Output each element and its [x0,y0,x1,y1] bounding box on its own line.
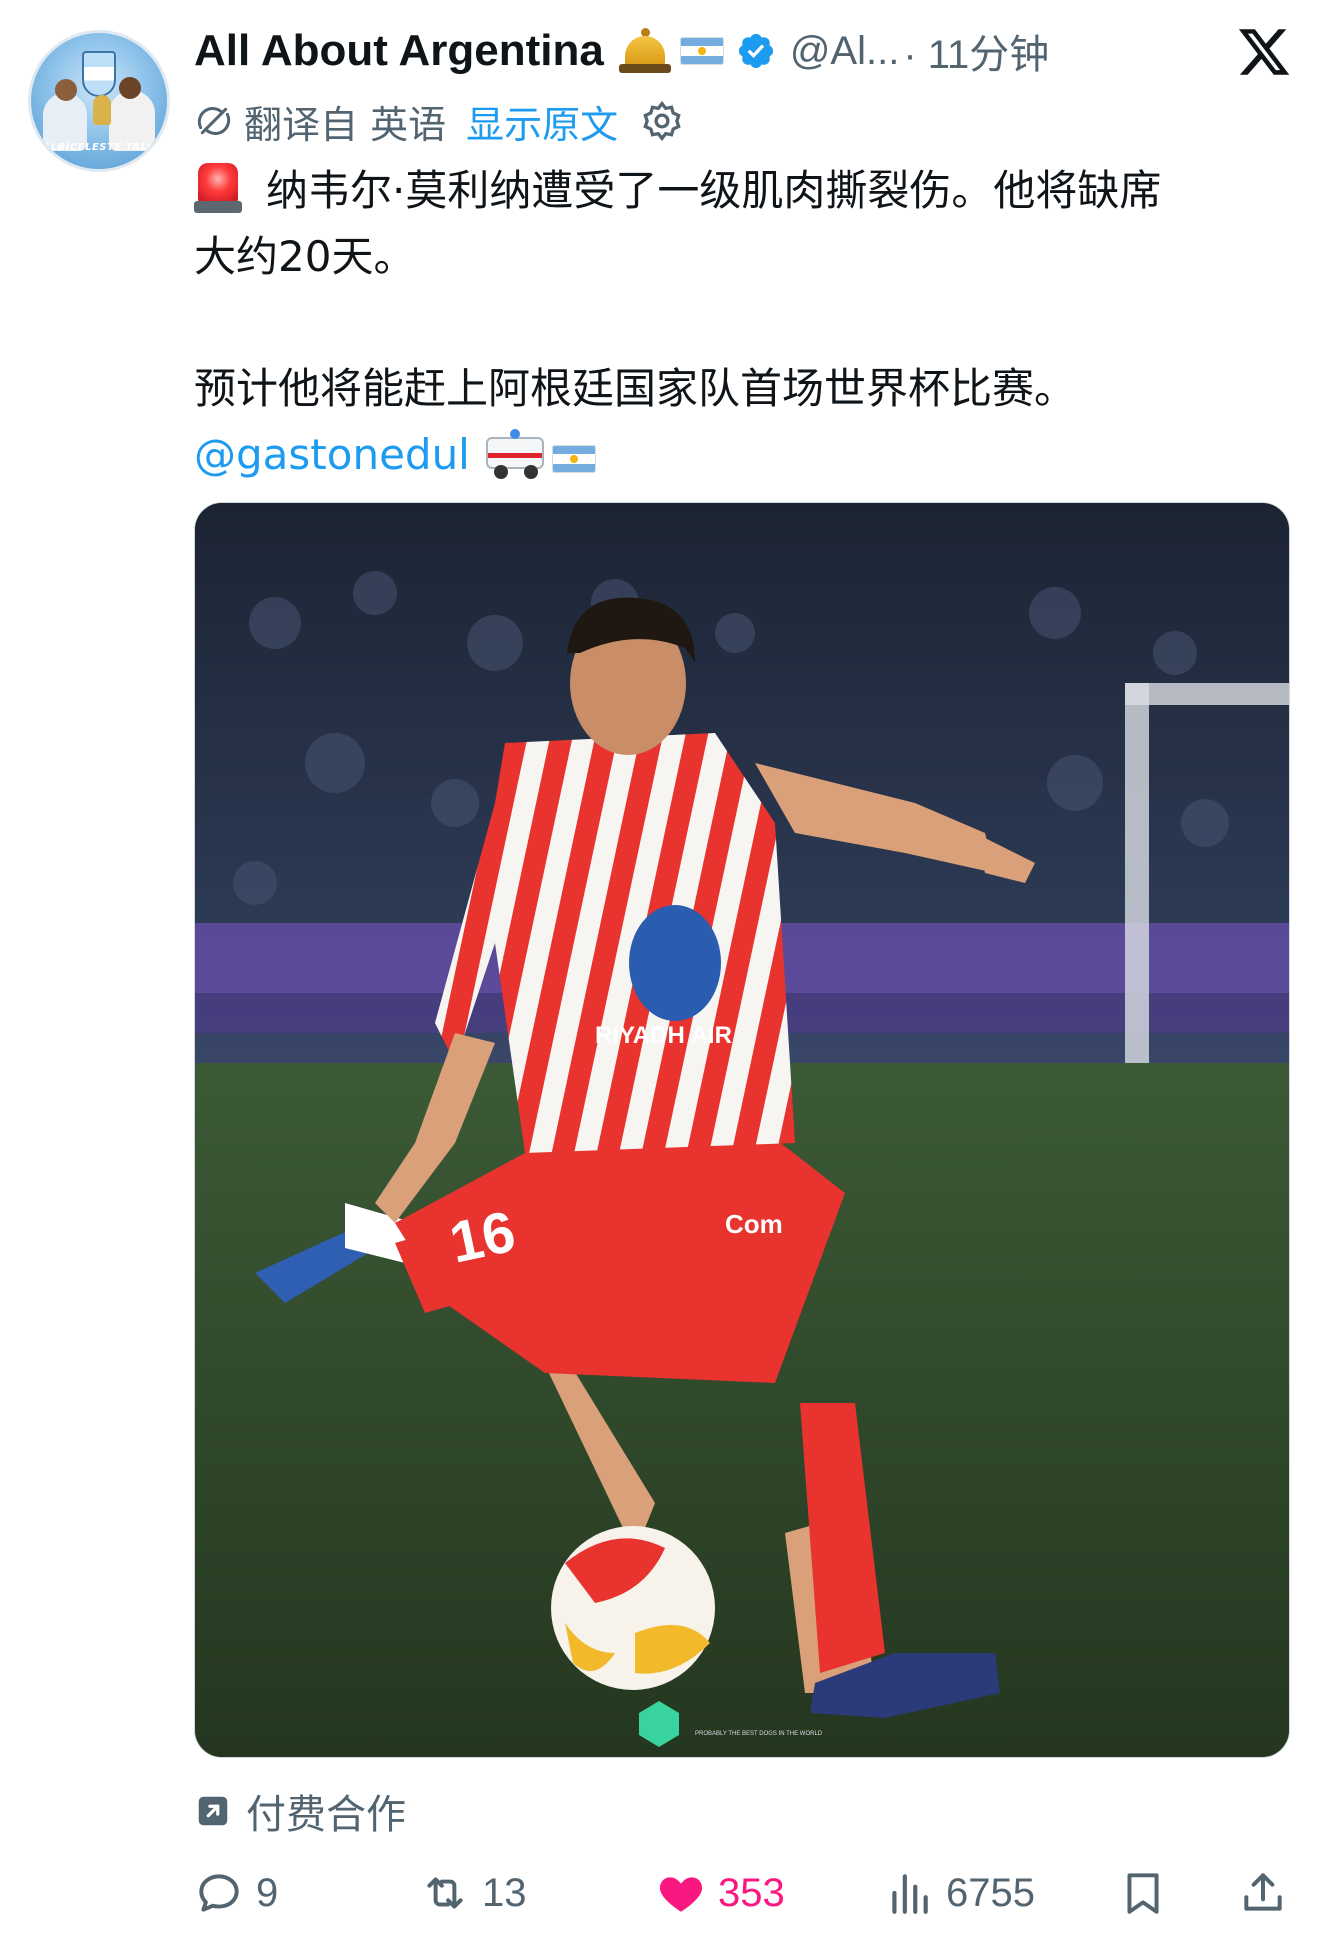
ambulance-emoji [484,429,546,479]
avatar-logo-text: ALBICELESTE TALK [42,142,156,153]
profile-avatar[interactable]: ALBICELESTE TALK [28,30,170,172]
paid-partnership-label: 付费合作 [246,1792,406,1838]
translated-from-label: 翻译自 英语 [244,102,447,147]
crest-graphic [82,51,116,97]
paid-partnership-icon [198,1796,228,1826]
jersey-sponsor-text: RIYADH AIR [595,1022,732,1049]
avatar-head-right [119,77,141,99]
views-button[interactable]: 6755 [884,1858,1035,1928]
reply-button[interactable]: 9 [194,1858,278,1928]
repost-icon [427,1877,463,1909]
translate-icon [197,107,231,135]
bell-emoji [618,24,672,78]
tweet-line-3: 预计他将能赶上阿根廷国家队首场世界杯比赛。 [194,364,1077,413]
siren-emoji [194,163,242,213]
repost-button[interactable]: 13 [420,1858,527,1928]
tweet-blank-line [194,290,1300,356]
tweet-header: All About Argentina @Al... · 11分钟 [194,18,1049,84]
avatar-trophy [93,95,111,125]
verified-badge-icon[interactable] [736,31,776,71]
bookmark-button[interactable] [1118,1858,1168,1928]
avatar-head-left [55,79,77,101]
reply-icon [199,1874,239,1912]
bookmark-icon [1127,1873,1159,1914]
like-count: 353 [718,1870,785,1915]
shorts-number: 16 [444,1199,521,1276]
account-name[interactable]: All About Argentina [194,26,604,76]
share-button[interactable] [1238,1858,1288,1928]
tweet-actions: 9 13 353 6755 [194,1858,1300,1928]
tweet-body: 纳韦尔·莫利纳遭受了一级肌肉撕裂伤。他将缺席 大约20天。 预计他将能赶上阿根廷… [194,158,1300,488]
argentina-flag-emoji [551,445,596,473]
gear-icon[interactable] [640,99,684,143]
mention-link[interactable]: @gastonedul [194,430,470,479]
paid-partnership-row[interactable]: 付费合作 [194,1782,406,1840]
translation-bar: 翻译自 英语 显示原文 [194,94,684,148]
share-icon [1244,1873,1282,1911]
heart-icon [659,1877,703,1912]
argentina-flag-emoji [679,37,724,65]
x-logo-icon[interactable] [1236,24,1292,80]
reply-count: 9 [256,1870,279,1915]
tweet-photo[interactable]: RIYADH AIR 16 Com PROBABLY THE BEST DOGS… [194,502,1290,1758]
tweet-line-4: @gastonedul [194,422,1300,488]
photo-illustration: RIYADH AIR 16 Com PROBABLY THE BEST DOGS… [195,503,1289,1757]
views-count: 6755 [946,1870,1035,1915]
like-button[interactable]: 353 [656,1858,785,1928]
views-icon [892,1874,928,1914]
repost-count: 13 [482,1870,527,1915]
tweet-text-line-1: 纳韦尔·莫利纳遭受了一级肌肉撕裂伤。他将缺席 [266,166,1162,215]
tweet-line-2: 大约20天。 [194,232,416,281]
shorts-sponsor-text: Com [725,1209,783,1239]
tweet-line-1: 纳韦尔·莫利纳遭受了一级肌肉撕裂伤。他将缺席 [194,158,1300,224]
post-time[interactable]: · 11分钟 [903,22,1049,80]
account-handle[interactable]: @Al... [790,29,900,74]
watermark-text: PROBABLY THE BEST DOGS IN THE WORLD [695,1731,823,1737]
show-original-link[interactable]: 显示原文 [466,94,618,149]
